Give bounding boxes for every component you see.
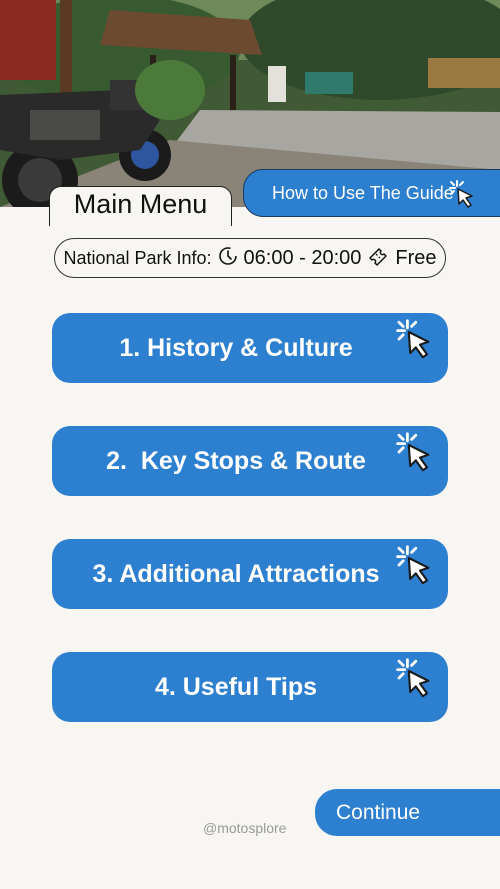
ticket-icon: [367, 246, 389, 271]
info-hours: 06:00 - 20:00: [243, 246, 362, 269]
clock-icon: [218, 246, 238, 271]
click-cursor-icon: [392, 544, 434, 593]
menu-button-label: 4. Useful Tips: [154, 672, 318, 701]
how-to-label: How to Use The Guide: [272, 182, 454, 203]
menu-button-label: 1. History & Culture: [119, 333, 353, 362]
history-culture-button[interactable]: 1. History & Culture: [52, 313, 448, 383]
key-stops-route-button[interactable]: 2. Key Stops & Route: [52, 426, 448, 496]
continue-button[interactable]: Continue: [315, 789, 500, 836]
author-handle: @motosplore: [203, 820, 287, 836]
national-park-info: National Park Info: 06:00 - 20:00 Free: [54, 238, 446, 278]
continue-label: Continue: [336, 800, 421, 824]
info-price: Free: [395, 246, 437, 269]
click-cursor-icon: [392, 431, 434, 480]
menu-button-label: 3. Additional Attractions: [92, 559, 380, 588]
click-cursor-icon: [392, 318, 434, 367]
additional-attractions-button[interactable]: 3. Additional Attractions: [52, 539, 448, 609]
click-cursor-icon: [448, 179, 474, 214]
menu-button-label: 2. Key Stops & Route: [106, 446, 366, 475]
how-to-use-guide-button[interactable]: How to Use The Guide: [243, 169, 500, 217]
main-menu-title: Main Menu: [73, 189, 208, 219]
click-cursor-icon: [392, 657, 434, 706]
main-menu-tab: Main Menu: [49, 186, 232, 226]
useful-tips-button[interactable]: 4. Useful Tips: [52, 652, 448, 722]
info-prefix: National Park Info:: [63, 247, 212, 268]
